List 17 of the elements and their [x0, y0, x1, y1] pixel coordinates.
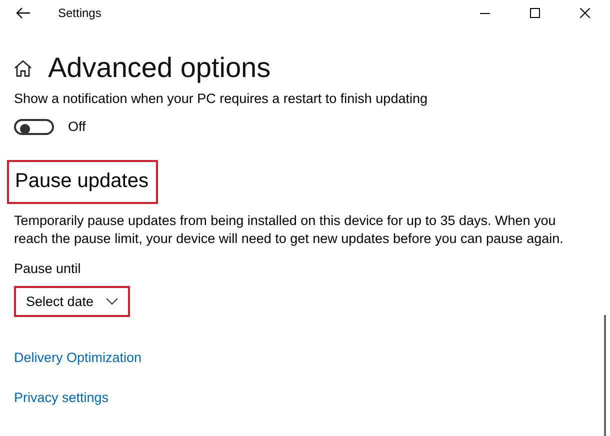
home-icon[interactable]: [14, 60, 32, 76]
back-arrow-icon: [16, 7, 30, 19]
settings-link[interactable]: Privacy settings: [14, 389, 109, 407]
scrollbar[interactable]: [604, 315, 606, 436]
toggle-state: Off: [68, 118, 86, 136]
field-label: Pause until: [14, 260, 82, 278]
maximize-icon: [530, 8, 540, 18]
date-dropdown[interactable]: Select date: [14, 286, 130, 317]
settings-link[interactable]: Delivery Optimization: [14, 349, 142, 367]
close-icon: [580, 8, 590, 18]
toggle-switch[interactable]: [14, 119, 54, 135]
page-title: Advanced options: [48, 51, 271, 85]
chevron-icon: [106, 298, 118, 305]
window-title: Settings: [58, 6, 102, 20]
setting-label: Show a notification when your PC requires a restart to finish updating: [14, 90, 428, 108]
section-description: Temporarily pause updates from being installed on this device for up to 35 days. When you reach the pause limit, your device will need to get new updates before you can pause again.: [14, 212, 564, 248]
section-title: Pause updates: [15, 169, 148, 194]
